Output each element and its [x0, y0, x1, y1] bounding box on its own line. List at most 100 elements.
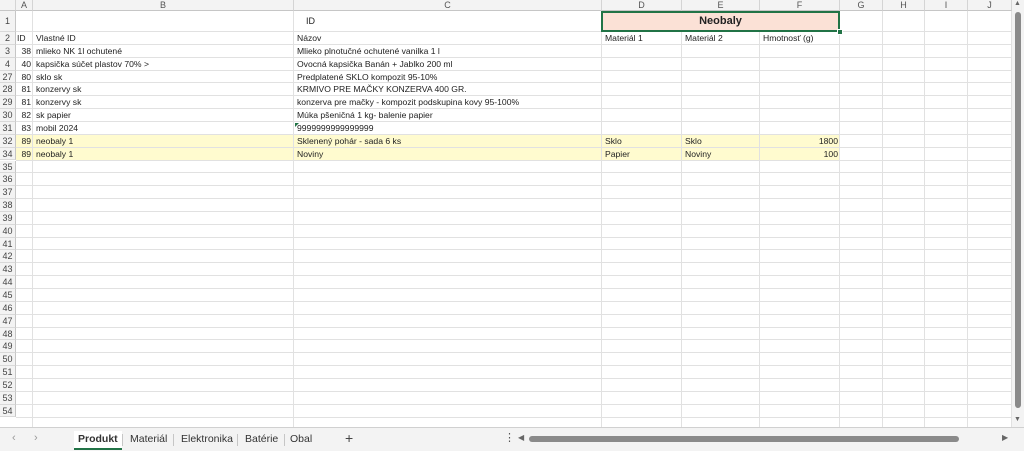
- scroll-down-icon[interactable]: ▼: [1014, 416, 1021, 423]
- table-cell[interactable]: [760, 83, 840, 96]
- row-header[interactable]: 53: [0, 391, 16, 405]
- table-cell[interactable]: mobil 2024: [33, 122, 78, 135]
- row-header[interactable]: 54: [0, 404, 16, 418]
- column-header-f[interactable]: F: [760, 0, 840, 11]
- row-header[interactable]: 38: [0, 199, 16, 212]
- column-title-vlastne-id[interactable]: Vlastné ID: [33, 32, 76, 45]
- column-title-id[interactable]: ID: [16, 32, 26, 45]
- table-cell[interactable]: [760, 122, 840, 135]
- table-cell[interactable]: [760, 96, 840, 109]
- table-cell[interactable]: Mlieko plnotučné ochutené vanilka 1 l: [294, 45, 440, 58]
- row-header[interactable]: 51: [0, 366, 16, 379]
- table-cell[interactable]: 80: [16, 71, 33, 84]
- table-cell[interactable]: neobaly 1: [33, 148, 73, 161]
- scroll-up-icon[interactable]: ▲: [1014, 0, 1021, 7]
- table-cell[interactable]: 38: [16, 45, 33, 58]
- row-header[interactable]: 29: [0, 96, 16, 110]
- table-cell[interactable]: [682, 122, 685, 135]
- column-header-a[interactable]: A: [16, 0, 33, 11]
- table-cell[interactable]: Sklo: [602, 135, 622, 148]
- table-cell[interactable]: Noviny: [682, 148, 711, 161]
- column-title-material-2[interactable]: Materiál 2: [682, 32, 723, 45]
- table-cell[interactable]: 40: [16, 58, 33, 71]
- table-cell[interactable]: [602, 109, 605, 122]
- column-header-c[interactable]: C: [294, 0, 602, 11]
- table-cell[interactable]: Múka pšeničná 1 kg- balenie papier: [294, 109, 433, 122]
- table-cell[interactable]: Sklenený pohár - sada 6 ks: [294, 135, 401, 148]
- chevron-right-icon[interactable]: ›: [34, 432, 38, 444]
- row-header[interactable]: 49: [0, 340, 16, 354]
- scroll-left-icon[interactable]: ◀: [518, 433, 524, 442]
- table-cell[interactable]: [602, 83, 605, 96]
- table-cell[interactable]: Papier: [602, 148, 630, 161]
- column-header-j[interactable]: J: [968, 0, 1012, 11]
- scroll-right-icon[interactable]: ▶: [1002, 433, 1008, 442]
- table-cell[interactable]: konzerva pre mačky - kompozit podskupina…: [294, 96, 519, 109]
- table-cell[interactable]: [682, 109, 685, 122]
- tab-obal[interactable]: Obal: [286, 431, 316, 448]
- table-cell[interactable]: [602, 96, 605, 109]
- table-cell[interactable]: [602, 122, 605, 135]
- table-cell[interactable]: [602, 71, 605, 84]
- row-header[interactable]: 46: [0, 301, 16, 315]
- row-header[interactable]: 44: [0, 276, 16, 289]
- table-cell[interactable]: [760, 109, 840, 122]
- table-cell[interactable]: [760, 45, 840, 58]
- row-header[interactable]: 37: [0, 186, 16, 200]
- neobaly-merged-header[interactable]: Neobaly: [601, 11, 840, 32]
- plus-icon[interactable]: +: [345, 430, 353, 446]
- row-header[interactable]: 1: [0, 11, 16, 32]
- row-header[interactable]: 40: [0, 224, 16, 238]
- vertical-dots-icon[interactable]: ⋮: [504, 431, 515, 444]
- column-header-e[interactable]: E: [682, 0, 760, 11]
- table-cell[interactable]: neobaly 1: [33, 135, 73, 148]
- fill-handle[interactable]: [837, 29, 843, 35]
- table-cell[interactable]: 9999999999999999: [294, 122, 373, 135]
- table-cell[interactable]: [682, 45, 685, 58]
- table-cell[interactable]: [602, 45, 605, 58]
- table-cell[interactable]: konzervy sk: [33, 96, 81, 109]
- row-header[interactable]: 30: [0, 109, 16, 122]
- horizontal-scrollbar[interactable]: ◀ ▶: [517, 433, 1011, 442]
- vertical-scrollbar[interactable]: ▲ ▼: [1012, 0, 1024, 427]
- table-cell[interactable]: Sklo: [682, 135, 702, 148]
- row-header[interactable]: 3: [0, 44, 16, 58]
- column-header-d[interactable]: D: [602, 0, 682, 11]
- table-cell[interactable]: 83: [16, 122, 33, 135]
- select-all-corner[interactable]: [0, 0, 16, 11]
- table-cell[interactable]: KRMIVO PRE MAČKY KONZERVA 400 GR.: [294, 83, 467, 96]
- row-header[interactable]: 39: [0, 211, 16, 225]
- table-cell[interactable]: Noviny: [294, 148, 323, 161]
- table-cell[interactable]: [760, 58, 840, 71]
- tab-material[interactable]: Materiál: [126, 431, 171, 448]
- table-cell[interactable]: 89: [16, 148, 33, 161]
- column-header-b[interactable]: B: [33, 0, 294, 11]
- table-cell[interactable]: 1800: [760, 135, 840, 148]
- row-header[interactable]: 4: [0, 57, 16, 71]
- table-cell[interactable]: [760, 71, 840, 84]
- vertical-scroll-thumb[interactable]: [1015, 12, 1021, 408]
- row-header[interactable]: 43: [0, 263, 16, 277]
- table-cell[interactable]: Predplatené SKLO kompozit 95-10%: [294, 71, 437, 84]
- tab-elektronika[interactable]: Elektronika: [177, 431, 237, 448]
- table-cell[interactable]: 100: [760, 148, 840, 161]
- table-cell[interactable]: konzervy sk: [33, 83, 81, 96]
- table-cell[interactable]: [602, 58, 605, 71]
- table-cell[interactable]: 89: [16, 135, 33, 148]
- row-header[interactable]: 34: [0, 147, 16, 161]
- column-header-g[interactable]: G: [840, 0, 883, 11]
- row-header[interactable]: 48: [0, 327, 16, 341]
- row-header[interactable]: 28: [0, 83, 16, 97]
- table-cell[interactable]: sk papier: [33, 109, 71, 122]
- column-title-material-1[interactable]: Materiál 1: [602, 32, 643, 45]
- row-header[interactable]: 35: [0, 160, 16, 174]
- row-header[interactable]: 52: [0, 378, 16, 392]
- table-cell[interactable]: 82: [16, 109, 33, 122]
- table-cell[interactable]: 81: [16, 96, 33, 109]
- spreadsheet-grid[interactable]: A B C D E F G H I J 1 2 3 4 27 28 29 30 31 32 34 35 36 37 38 39 40…: [0, 0, 1012, 427]
- row-header[interactable]: 45: [0, 289, 16, 302]
- row-header[interactable]: 27: [0, 70, 16, 84]
- tab-baterie[interactable]: Batérie: [241, 431, 282, 448]
- table-cell[interactable]: [682, 96, 685, 109]
- horizontal-scroll-thumb[interactable]: [529, 436, 959, 442]
